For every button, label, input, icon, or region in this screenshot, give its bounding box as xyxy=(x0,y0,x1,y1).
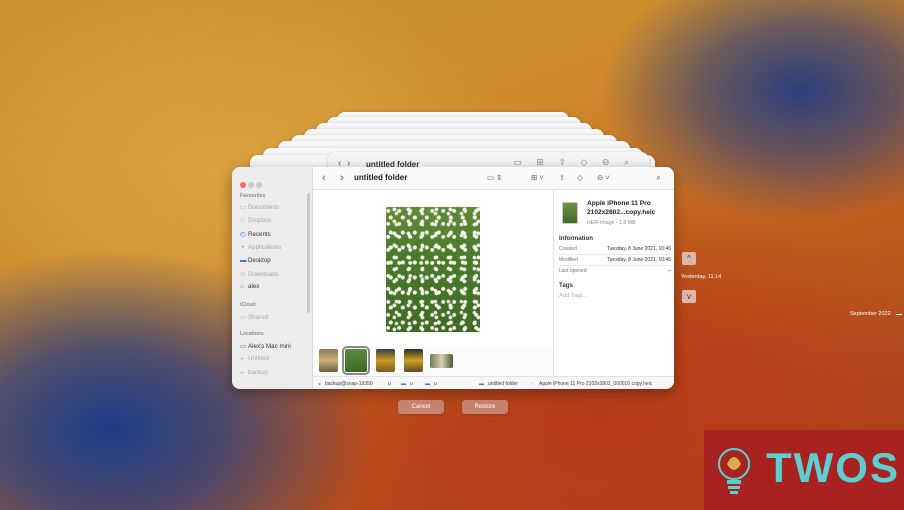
information-heading: Information xyxy=(559,235,594,242)
divider xyxy=(559,254,671,255)
chevron-down-icon[interactable]: v xyxy=(682,290,696,303)
info-panel: Apple iPhone 11 Pro 2102x2802...copy.hei… xyxy=(553,190,674,376)
sidebar-section-locations: Locations xyxy=(240,331,264,337)
last-opened-label: Last opened xyxy=(559,268,587,274)
search-icon[interactable]: ⌕ xyxy=(656,172,661,183)
sidebar-item-label: Dropbox xyxy=(248,217,272,225)
download-icon: ⊙ xyxy=(240,271,246,278)
sidebar-item-alex[interactable]: ⌂ alex xyxy=(240,283,259,290)
path-item-current[interactable]: Apple iPhone 11 Pro 2102x2802_000010 cop… xyxy=(539,381,652,387)
sidebar-item-label: Desktop xyxy=(248,256,271,264)
path-item[interactable]: untitled folder xyxy=(488,381,518,387)
minimize-button[interactable] xyxy=(248,182,254,188)
divider xyxy=(559,265,671,266)
sidebar-item-label: Alex's Mac mini xyxy=(248,343,291,350)
watermark-text: TWOS xyxy=(766,444,900,491)
daisy-photo-preview xyxy=(386,207,480,332)
desktop-icon: ▬ xyxy=(240,256,247,264)
close-button[interactable] xyxy=(240,182,246,188)
sidebar-item-dropbox[interactable]: ◇ Dropbox xyxy=(240,216,271,224)
sidebar: Favourites ▭ Documents ◇ Dropbox ◴ Recents ✦ Ap… xyxy=(232,167,313,389)
thumbnail-strip xyxy=(313,346,553,376)
sidebar-item-recents[interactable]: ◴ Recents xyxy=(240,230,271,238)
sidebar-item-desktop[interactable]: ▬ Desktop xyxy=(240,257,271,264)
file-type: HEIF image - 1,8 MB xyxy=(587,220,636,226)
applications-icon: ✦ xyxy=(240,244,246,252)
back-button[interactable]: ‹ xyxy=(322,172,326,184)
sidebar-item-label: Downloads xyxy=(248,271,279,278)
sidebar-item-shared[interactable]: ▭ Shared xyxy=(240,313,268,321)
finder-window: Favourites ▭ Documents ◇ Dropbox ◴ Recents ✦ Ap… xyxy=(232,167,674,389)
sidebar-item-applications[interactable]: ✦ Applications xyxy=(240,243,281,251)
tags-heading: Tags xyxy=(559,282,573,289)
clock-icon: ◴ xyxy=(240,230,246,238)
view-mode-icon[interactable]: ▭ ⇕ xyxy=(487,173,502,182)
disk-icon: ◒ xyxy=(240,355,244,363)
sidebar-section-icloud: iCloud xyxy=(240,302,256,308)
folder-icon: ▬ xyxy=(479,381,484,387)
tag-icon[interactable]: ◇ xyxy=(577,173,583,182)
created-value: Tuesday, 8 June 2021, 10:46 xyxy=(606,246,671,252)
shared-folder-icon: ▭ xyxy=(240,314,247,321)
sidebar-item-label: backup xyxy=(248,368,268,376)
folder-icon: ▬ xyxy=(425,381,430,387)
zoom-button[interactable] xyxy=(256,182,262,188)
preview-area xyxy=(313,190,553,346)
sidebar-item-downloads[interactable]: ⊙ Downloads xyxy=(240,270,279,278)
sidebar-section-favourites: Favourites xyxy=(240,193,266,199)
thumbnail[interactable] xyxy=(404,349,423,372)
computer-icon: ▭ xyxy=(240,343,247,350)
thumbnail[interactable] xyxy=(319,349,338,372)
path-item[interactable]: u xyxy=(388,381,391,387)
share-icon[interactable]: ⇪ xyxy=(559,173,565,182)
group-icon[interactable]: ⊞ ˅ xyxy=(531,173,544,182)
sidebar-item-label: Shared xyxy=(248,314,268,321)
sidebar-item-label: Documents xyxy=(248,204,280,211)
disk-icon: ◒ xyxy=(240,368,244,376)
sidebar-item-documents[interactable]: ▭ Documents xyxy=(240,203,279,211)
sidebar-item-label: Applications xyxy=(248,244,282,252)
timeline-current-label: Yesterday, 11:14 xyxy=(681,274,722,280)
home-icon: ⌂ xyxy=(240,283,244,291)
folder-icon: ▬ xyxy=(401,381,406,387)
timeline-tick xyxy=(896,314,902,315)
window-title: untitled folder xyxy=(354,173,408,182)
thumbnail[interactable] xyxy=(376,349,395,372)
sidebar-item-label: Recents xyxy=(248,230,271,238)
file-name: Apple iPhone 11 Pro 2102x2802...copy.hei… xyxy=(587,200,656,216)
timeline-date-label[interactable]: September 2022 xyxy=(850,311,891,317)
forward-button[interactable]: › xyxy=(340,172,344,184)
cancel-button[interactable]: Cancel xyxy=(398,400,444,414)
chevron-right-icon: › xyxy=(531,381,533,387)
more-actions-icon[interactable]: ⊖ ˅ xyxy=(597,173,610,182)
sidebar-item-label: alex xyxy=(248,283,260,291)
last-opened-value: -- xyxy=(667,268,671,274)
folder-icon: ▭ xyxy=(240,204,247,211)
lightbulb-logo xyxy=(718,448,750,494)
sidebar-item-alex-s-mac-mini[interactable]: ▭ Alex's Mac mini xyxy=(240,342,291,350)
sidebar-scrollbar[interactable] xyxy=(307,193,310,313)
add-tags-input[interactable]: Add Tags... xyxy=(559,293,588,299)
disk-icon: ◒ xyxy=(318,381,322,387)
path-item[interactable]: u xyxy=(434,381,437,387)
path-item[interactable]: backup@snap-19350 xyxy=(325,381,373,387)
sidebar-item-untitled[interactable]: ◒ Untitled xyxy=(240,355,269,362)
path-item[interactable]: u xyxy=(410,381,413,387)
restore-button[interactable]: Restore xyxy=(462,400,508,414)
path-bar: ◒ backup@snap-19350 u ▬ u ▬ u ▬ untitled… xyxy=(313,376,674,389)
thumbnail[interactable] xyxy=(430,354,453,368)
modified-value: Tuesday, 8 June 2021, 10:46 xyxy=(606,257,671,263)
twos-watermark: TWOS xyxy=(704,430,904,510)
modified-label: Modified xyxy=(559,257,578,263)
dropbox-icon: ◇ xyxy=(240,217,245,225)
file-thumbnail xyxy=(562,202,578,224)
window-controls xyxy=(240,175,264,193)
thumbnail-selected[interactable] xyxy=(342,346,370,375)
created-label: Created xyxy=(559,246,577,252)
toolbar: ‹ › untitled folder ▭ ⇕ ⊞ ˅ ⇪ ◇ ⊖ ˅ ⌕ xyxy=(313,167,674,190)
chevron-up-icon[interactable]: ^ xyxy=(682,252,696,265)
sidebar-item-label: Untitled xyxy=(248,355,269,363)
sidebar-item-backup[interactable]: ◒ backup xyxy=(240,369,268,376)
